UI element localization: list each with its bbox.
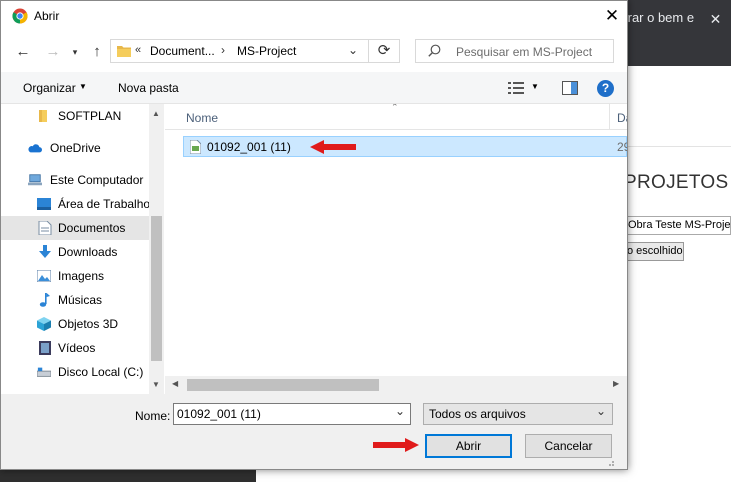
sidebar-item-label: Disco Local (C:) xyxy=(58,365,144,379)
sidebar-item-music[interactable]: Músicas xyxy=(1,288,149,312)
sidebar-item-label: Músicas xyxy=(58,293,103,307)
column-header-row: ⌃ Nome Da xyxy=(165,104,627,130)
project-file-icon xyxy=(190,140,201,154)
sidebar-item-onedrive[interactable]: OneDrive xyxy=(1,136,149,160)
column-divider[interactable] xyxy=(609,104,610,130)
file-type-select[interactable]: Todos os arquivos xyxy=(423,403,613,425)
page-heading: PROJETOS xyxy=(624,172,729,193)
file-chosen-button[interactable]: o escolhido xyxy=(624,242,684,261)
sidebar-item-label: Downloads xyxy=(58,245,118,259)
documents-icon xyxy=(38,221,52,235)
sidebar-item-label: Este Computador xyxy=(50,173,144,187)
close-icon[interactable]: ✕ xyxy=(597,3,627,29)
new-folder-button[interactable]: Nova pasta xyxy=(118,81,179,95)
search-box[interactable]: Pesquisar em MS-Project xyxy=(415,39,614,63)
scroll-thumb[interactable] xyxy=(151,216,162,361)
chrome-icon xyxy=(12,8,28,24)
annotation-arrow-icon xyxy=(310,140,356,154)
sidebar-item-local-disk[interactable]: Disco Local (C:) xyxy=(1,360,149,384)
search-icon xyxy=(428,44,441,57)
navigation-bar: ← → ▾ ↑ « Document... › MS-Project ⌄ ⟳ P… xyxy=(1,32,627,72)
sidebar-item-label: Objetos 3D xyxy=(58,317,119,331)
search-input[interactable]: Pesquisar em MS-Project xyxy=(456,45,592,59)
breadcrumb-documents[interactable]: Document... xyxy=(150,44,215,58)
computer-icon xyxy=(28,174,42,186)
dialog-title: Abrir xyxy=(34,9,60,23)
address-bar[interactable]: « Document... › MS-Project ⌄ xyxy=(110,39,369,63)
sidebar-item-pictures[interactable]: Imagens xyxy=(1,264,149,288)
file-name: 01092_001 (11) xyxy=(207,140,291,154)
scroll-right-icon[interactable]: ▶ xyxy=(613,379,619,388)
sidebar-item-downloads[interactable]: Downloads xyxy=(1,240,149,264)
filename-label: Nome: xyxy=(135,409,171,423)
annotation-arrow-icon xyxy=(373,438,419,452)
breadcrumb-separator[interactable]: › xyxy=(221,43,225,57)
scroll-thumb[interactable] xyxy=(187,379,379,391)
download-icon xyxy=(39,245,51,258)
dialog-titlebar: Abrir ✕ xyxy=(1,1,627,32)
tab-close-icon[interactable]: ✕ xyxy=(700,0,731,38)
sidebar-item-desktop[interactable]: Área de Trabalho xyxy=(1,192,151,216)
navigation-pane: SOFTPLAN OneDrive Este Computador Área d… xyxy=(1,104,164,394)
filename-input[interactable]: 01092_001 (11) xyxy=(173,403,411,425)
cancel-button[interactable]: Cancelar xyxy=(525,434,612,458)
sidebar-item-label: OneDrive xyxy=(50,141,101,155)
chevron-down-icon[interactable]: ⌄ xyxy=(596,404,606,418)
sidebar-item-softplan[interactable]: SOFTPLAN xyxy=(1,104,149,128)
drive-icon xyxy=(37,367,51,377)
scroll-left-icon[interactable]: ◀ xyxy=(172,379,178,388)
resize-grip-icon[interactable] xyxy=(605,461,615,467)
breadcrumb-overflow[interactable]: « xyxy=(135,44,141,56)
forward-arrow-icon[interactable]: → xyxy=(42,41,64,63)
open-button[interactable]: Abrir xyxy=(425,434,512,458)
file-date: 29 xyxy=(617,140,627,154)
help-icon[interactable]: ? xyxy=(597,80,614,97)
sort-ascending-icon: ⌃ xyxy=(391,104,399,112)
video-icon xyxy=(39,341,51,355)
up-arrow-icon[interactable]: ↑ xyxy=(86,41,108,63)
breadcrumb-ms-project[interactable]: MS-Project xyxy=(237,44,296,58)
preview-pane-icon[interactable] xyxy=(562,81,578,95)
cloud-icon xyxy=(28,144,42,153)
recent-dropdown-icon[interactable]: ▾ xyxy=(64,41,86,63)
dialog-footer: Nome: 01092_001 (11) ⌄ Todos os arquivos… xyxy=(1,394,627,469)
desktop-icon xyxy=(37,198,51,210)
refresh-icon[interactable]: ⟳ xyxy=(369,39,400,63)
pictures-icon xyxy=(37,270,51,282)
view-dropdown-icon[interactable]: ▼ xyxy=(531,82,539,91)
sidebar-item-label: SOFTPLAN xyxy=(58,109,122,123)
file-row[interactable]: 01092_001 (11) 29 xyxy=(183,136,627,157)
back-arrow-icon[interactable]: ← xyxy=(12,41,34,63)
music-icon xyxy=(39,293,50,307)
sidebar-item-videos[interactable]: Vídeos xyxy=(1,336,149,360)
sidebar-item-computer[interactable]: Este Computador xyxy=(1,168,149,192)
open-file-dialog: Abrir ✕ ← → ▾ ↑ « Document... › MS-Proje… xyxy=(0,0,628,470)
scroll-down-icon[interactable]: ▼ xyxy=(152,380,160,389)
sidebar-item-label: Vídeos xyxy=(58,341,96,355)
file-list: ⌃ Nome Da 01092_001 (11) 29 ◀ ▶ xyxy=(165,104,627,394)
column-date[interactable]: Da xyxy=(617,111,627,125)
command-bar: Organizar ▼ Nova pasta ▼ ? xyxy=(1,72,627,104)
cube-icon xyxy=(37,317,51,331)
navigation-scrollbar[interactable]: ▲ ▼ xyxy=(149,104,164,394)
column-name[interactable]: Nome xyxy=(186,111,218,125)
sidebar-item-label: Documentos xyxy=(58,221,126,235)
sidebar-item-label: Área de Trabalho xyxy=(58,197,151,211)
scroll-up-icon[interactable]: ▲ xyxy=(152,109,160,118)
organize-button[interactable]: Organizar xyxy=(23,81,76,95)
chevron-down-icon[interactable]: ⌄ xyxy=(348,43,358,57)
sidebar-item-documents[interactable]: Documentos xyxy=(1,216,149,240)
chevron-down-icon[interactable]: ⌄ xyxy=(395,404,405,418)
sidebar-item-3d-objects[interactable]: Objetos 3D xyxy=(1,312,149,336)
folder-icon xyxy=(39,110,47,122)
organize-dropdown-icon[interactable]: ▼ xyxy=(79,82,87,91)
view-options-icon[interactable] xyxy=(508,82,524,94)
folder-icon xyxy=(117,46,131,57)
project-select[interactable]: Obra Teste MS-Project xyxy=(624,216,731,235)
horizontal-scrollbar[interactable]: ◀ ▶ xyxy=(165,376,627,394)
sidebar-item-label: Imagens xyxy=(58,269,105,283)
